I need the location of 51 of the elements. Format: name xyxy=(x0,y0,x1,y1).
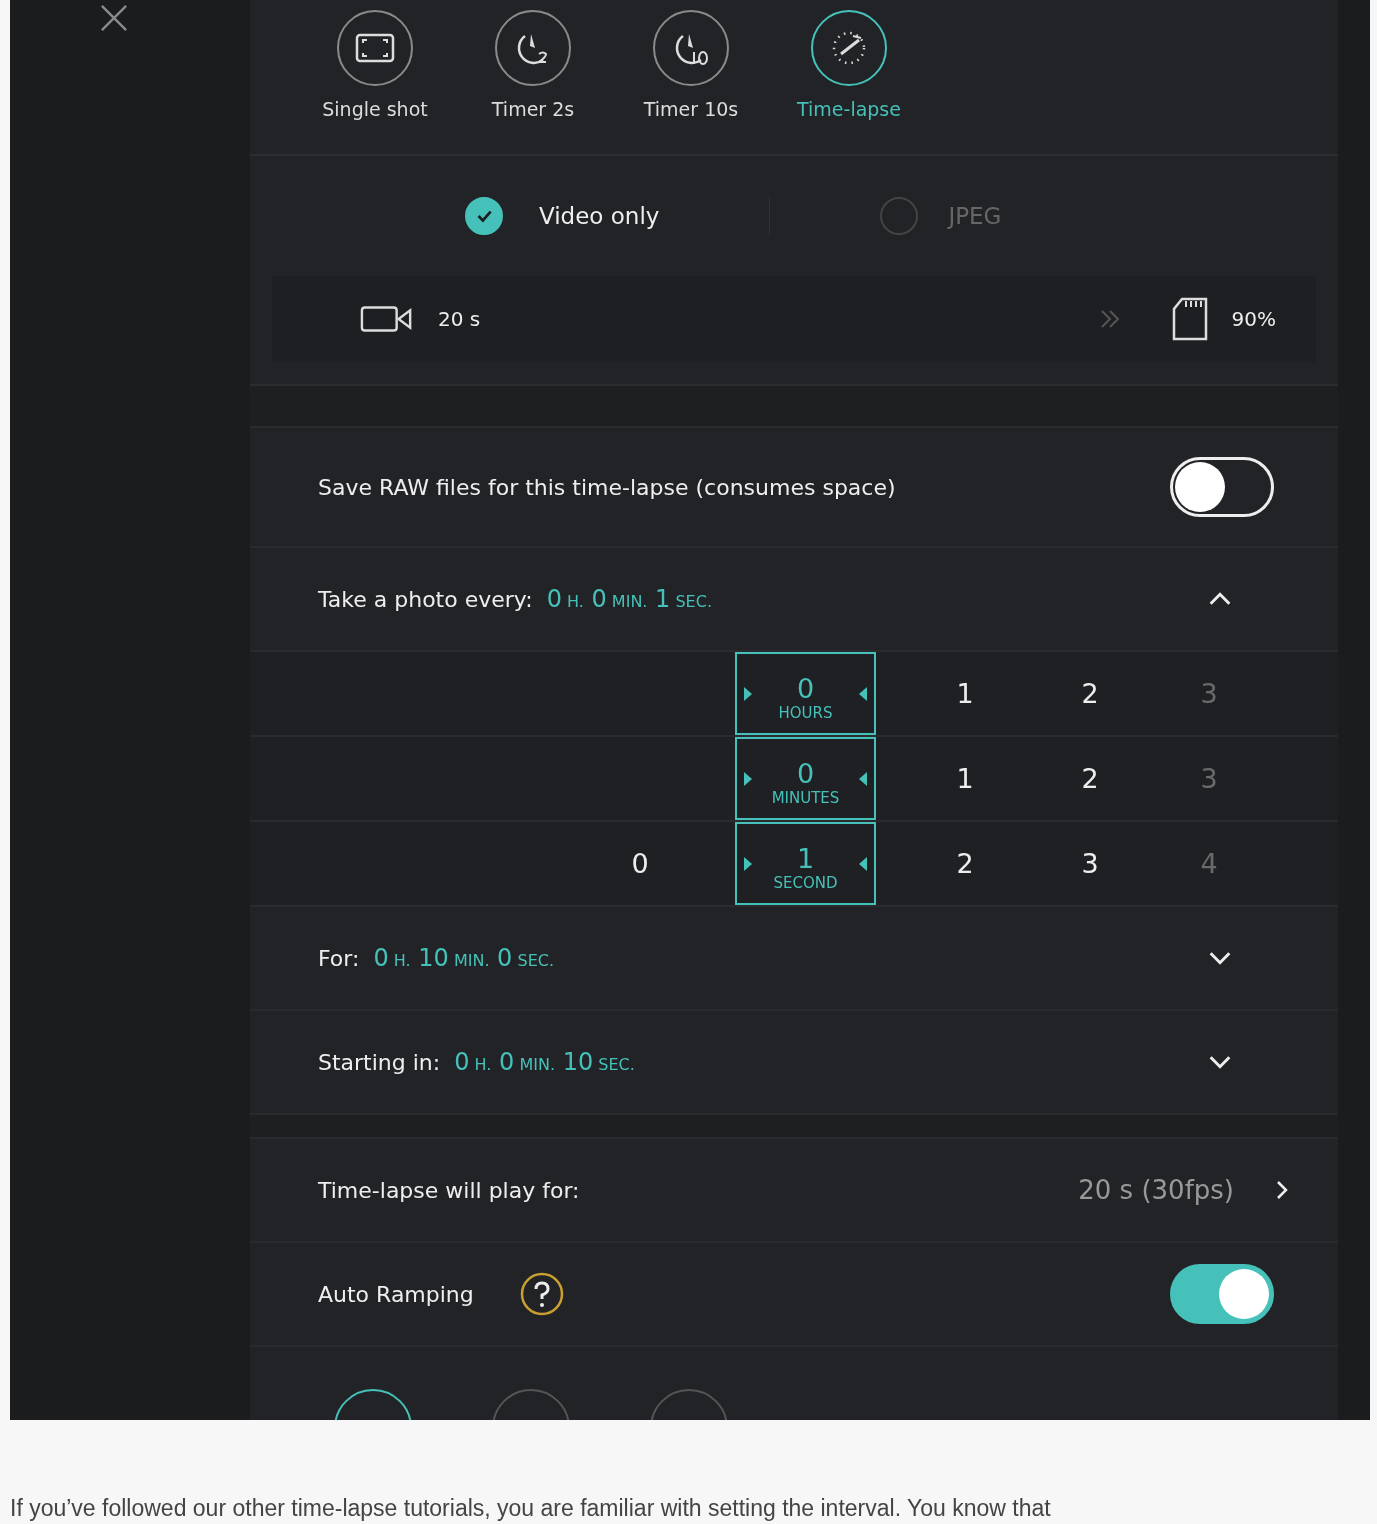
triangle-right-icon xyxy=(743,855,753,872)
setting-label: Starting in: xyxy=(318,1049,441,1075)
storage-percent: 90% xyxy=(1231,307,1276,331)
setting-label: For: xyxy=(318,945,360,971)
picker-number[interactable]: 2 xyxy=(1081,678,1099,709)
triangle-left-icon xyxy=(858,685,868,702)
setting-label: Time-lapse will play for: xyxy=(318,1177,580,1203)
picker-unit: MINUTES xyxy=(771,789,840,807)
close-icon[interactable] xyxy=(100,4,128,32)
duration-value: 0 H. 0 MIN. 1 SEC. xyxy=(546,585,712,613)
picker-number[interactable]: 3 xyxy=(1081,848,1099,879)
mode-label[interactable]: Timer 10s xyxy=(643,98,739,120)
format-label[interactable]: Video only xyxy=(539,203,660,229)
setting-label: Save RAW files for this time-lapse (consumes space) xyxy=(318,474,896,500)
article-paragraph: If you’ve followed our other time-lapse tutorials, you are familiar with setting the interval. You know that xyxy=(10,1494,1052,1522)
mode-button[interactable] xyxy=(495,10,571,86)
mode-label[interactable]: Single shot xyxy=(322,98,428,120)
picker-number[interactable]: 0 xyxy=(631,848,649,879)
duration-value: 0 H. 10 MIN. 0 SEC. xyxy=(373,944,554,972)
triangle-left-icon xyxy=(858,770,868,787)
video-duration: 20 s xyxy=(438,307,481,331)
picker-number[interactable]: 2 xyxy=(956,848,974,879)
playback-value: 20 s (30fps) xyxy=(1078,1175,1234,1205)
mode-button[interactable] xyxy=(653,10,729,86)
duration-value: 0 H. 0 MIN. 10 SEC. xyxy=(454,1048,635,1076)
picker-value: 1 xyxy=(796,843,815,874)
triangle-right-icon xyxy=(743,770,753,787)
help-icon[interactable] xyxy=(519,1272,564,1316)
picker-selection[interactable]: 0 HOURS xyxy=(735,652,876,735)
mode-button[interactable] xyxy=(337,10,413,86)
sd-card-icon xyxy=(1171,297,1208,341)
picker-unit: HOURS xyxy=(778,704,833,722)
setting-label: Take a photo every: xyxy=(318,586,533,612)
picker-selection[interactable]: 1 SECOND xyxy=(735,822,876,905)
picker-unit: SECOND xyxy=(773,874,838,892)
picker-number[interactable]: 1 xyxy=(956,678,974,709)
picker-number[interactable]: 2 xyxy=(1081,763,1099,794)
picker-selection[interactable]: 0 MINUTES xyxy=(735,737,876,820)
setting-label: Auto Ramping xyxy=(318,1281,474,1307)
triangle-right-icon xyxy=(743,685,753,702)
toggle-switch[interactable] xyxy=(1170,1264,1274,1324)
picker-value: 0 xyxy=(796,673,815,704)
mode-label[interactable]: Timer 2s xyxy=(491,98,575,120)
triangle-left-icon xyxy=(858,855,868,872)
radio-button[interactable] xyxy=(880,197,919,235)
picker-value: 0 xyxy=(796,758,815,789)
mode-button[interactable] xyxy=(811,10,887,86)
picker-number[interactable]: 1 xyxy=(956,763,974,794)
video-camera-icon xyxy=(360,304,414,334)
mode-label[interactable]: Time-lapse xyxy=(797,98,901,120)
radio-button[interactable] xyxy=(465,197,503,235)
